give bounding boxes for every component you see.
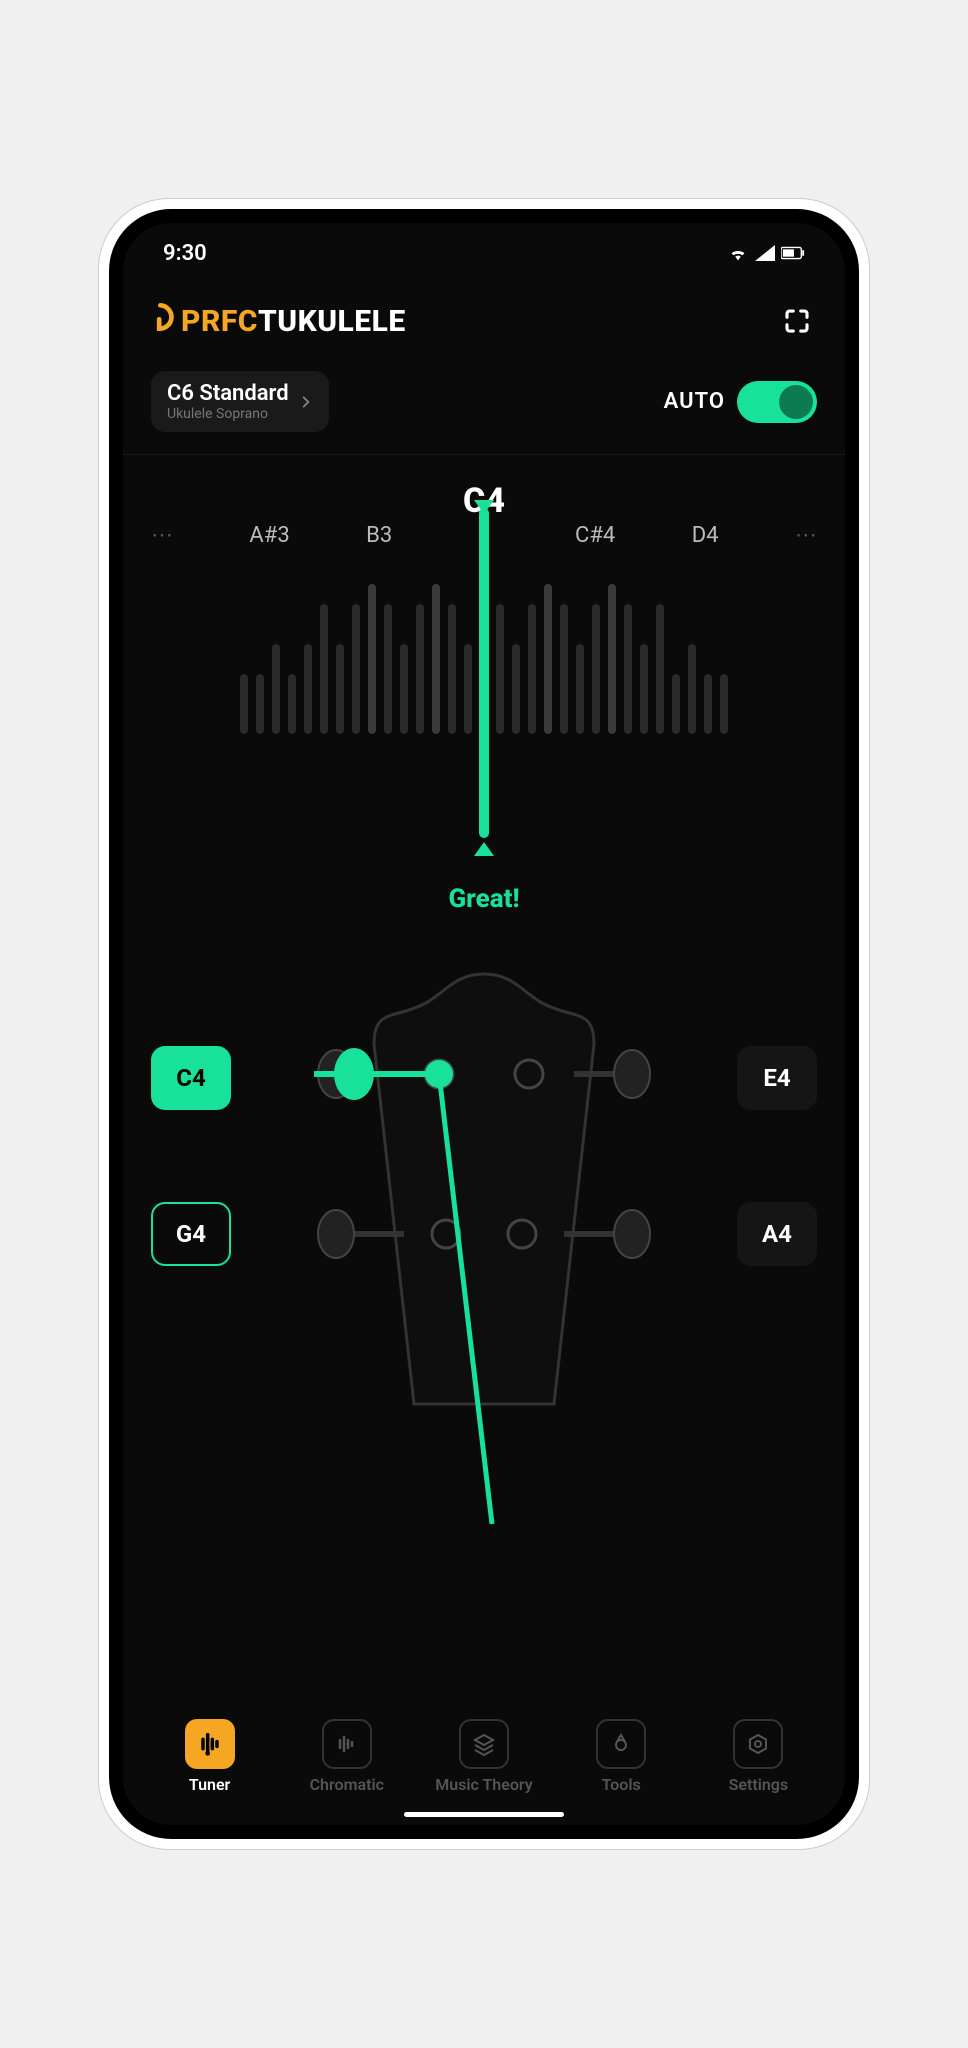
string-label: C4 <box>176 1064 205 1092</box>
bottom-nav: Tuner Chromatic Music Theory Tools Setti… <box>123 1705 845 1806</box>
auto-toggle[interactable] <box>737 381 817 423</box>
nav-label: Settings <box>729 1775 789 1794</box>
meter-ticks <box>151 554 817 734</box>
signal-icon <box>755 245 775 261</box>
indicator-down-icon <box>474 500 494 514</box>
meter-needle <box>479 508 489 838</box>
wifi-icon <box>727 245 749 261</box>
scale-ellipsis-right: ⋯ <box>795 523 817 548</box>
settings-icon <box>746 1732 770 1756</box>
nav-settings[interactable]: Settings <box>698 1719 818 1794</box>
string-button-e4[interactable]: E4 <box>737 1046 817 1110</box>
string-label: A4 <box>762 1220 792 1248</box>
tuning-meter: C4 ⋯ A#3 B3 C#4 D4 ⋯ <box>123 455 845 924</box>
string-button-a4[interactable]: A4 <box>737 1202 817 1266</box>
clock: 9:30 <box>163 241 207 266</box>
logo-mark-icon <box>151 303 179 339</box>
nav-label: Tools <box>602 1775 641 1794</box>
string-button-c4[interactable]: C4 <box>151 1046 231 1110</box>
toggle-knob <box>779 385 813 419</box>
scale-far-left: A#3 <box>249 523 289 548</box>
scale-far-right: D4 <box>692 523 719 548</box>
scale-ellipsis-left: ⋯ <box>151 523 173 548</box>
tuner-icon <box>196 1730 224 1758</box>
chromatic-icon <box>335 1732 359 1756</box>
tuning-selector-row: C6 Standard Ukulele Soprano AUTO <box>123 359 845 455</box>
nav-label: Chromatic <box>310 1775 384 1794</box>
nav-label: Tuner <box>189 1775 230 1794</box>
status-bar: 9:30 <box>123 223 845 283</box>
battery-icon <box>781 246 805 260</box>
scale-left: B3 <box>366 523 392 548</box>
tools-icon <box>609 1732 633 1756</box>
logo-text-rest: TUKULELE <box>258 304 406 339</box>
headstock: C4 G4 E4 A4 <box>123 964 845 1705</box>
auto-label: AUTO <box>664 389 725 414</box>
string-label: G4 <box>176 1220 206 1248</box>
fullscreen-button[interactable] <box>777 301 817 341</box>
nav-chromatic[interactable]: Chromatic <box>287 1719 407 1794</box>
string-label: E4 <box>763 1064 790 1092</box>
nav-music-theory[interactable]: Music Theory <box>424 1719 544 1794</box>
chevron-right-icon <box>299 395 313 409</box>
fullscreen-icon <box>782 306 812 336</box>
home-indicator[interactable] <box>404 1812 564 1817</box>
app-header: PRFCTUKULELE <box>123 283 845 359</box>
feedback-text: Great! <box>448 884 519 914</box>
string-button-g4[interactable]: G4 <box>151 1202 231 1266</box>
nav-tools[interactable]: Tools <box>561 1719 681 1794</box>
layers-icon <box>472 1732 496 1756</box>
indicator-up-icon <box>474 842 494 856</box>
headstock-graphic <box>284 964 684 1524</box>
logo-text-prfc: PRFC <box>181 304 258 339</box>
nav-label: Music Theory <box>435 1775 533 1794</box>
tuning-name: C6 Standard <box>167 381 289 406</box>
nav-tuner[interactable]: Tuner <box>150 1719 270 1794</box>
scale-right: C#4 <box>575 523 615 548</box>
tuning-selector[interactable]: C6 Standard Ukulele Soprano <box>151 371 329 432</box>
tuning-subtitle: Ukulele Soprano <box>167 406 289 422</box>
app-logo: PRFCTUKULELE <box>151 303 406 339</box>
